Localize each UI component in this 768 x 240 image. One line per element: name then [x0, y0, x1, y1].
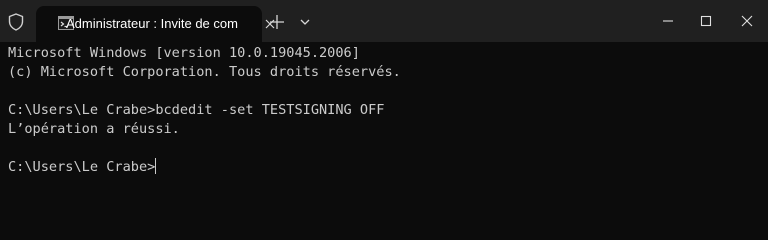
plus-icon[interactable]	[268, 13, 286, 31]
console-line: C:\Users\Le Crabe>bcdedit -set TESTSIGNI…	[8, 102, 385, 118]
console-line: (c) Microsoft Corporation. Tous droits r…	[8, 64, 401, 80]
console-output[interactable]: Microsoft Windows [version 10.0.19045.20…	[0, 42, 768, 205]
close-window-button[interactable]	[726, 0, 768, 42]
text-cursor	[155, 158, 157, 174]
tab-title: Administrateur : Invite de com	[66, 16, 238, 31]
terminal-window: Administrateur : Invite de com Microsoft…	[0, 0, 768, 205]
console-line: Microsoft Windows [version 10.0.19045.20…	[8, 45, 360, 61]
maximize-icon	[700, 15, 712, 27]
prompt-text: C:\Users\Le Crabe>	[8, 159, 156, 175]
minimize-button[interactable]	[647, 0, 689, 42]
minimize-icon	[663, 20, 673, 22]
tab-command-prompt[interactable]: Administrateur : Invite de com	[36, 6, 275, 42]
maximize-button[interactable]	[685, 0, 727, 42]
shield-icon[interactable]	[8, 13, 24, 31]
title-bar: Administrateur : Invite de com	[0, 0, 768, 42]
prompt-line[interactable]: C:\Users\Le Crabe>	[8, 158, 157, 176]
close-icon	[741, 15, 753, 27]
console-line: L’opération a réussi.	[8, 121, 180, 137]
chevron-down-icon[interactable]	[298, 15, 312, 29]
